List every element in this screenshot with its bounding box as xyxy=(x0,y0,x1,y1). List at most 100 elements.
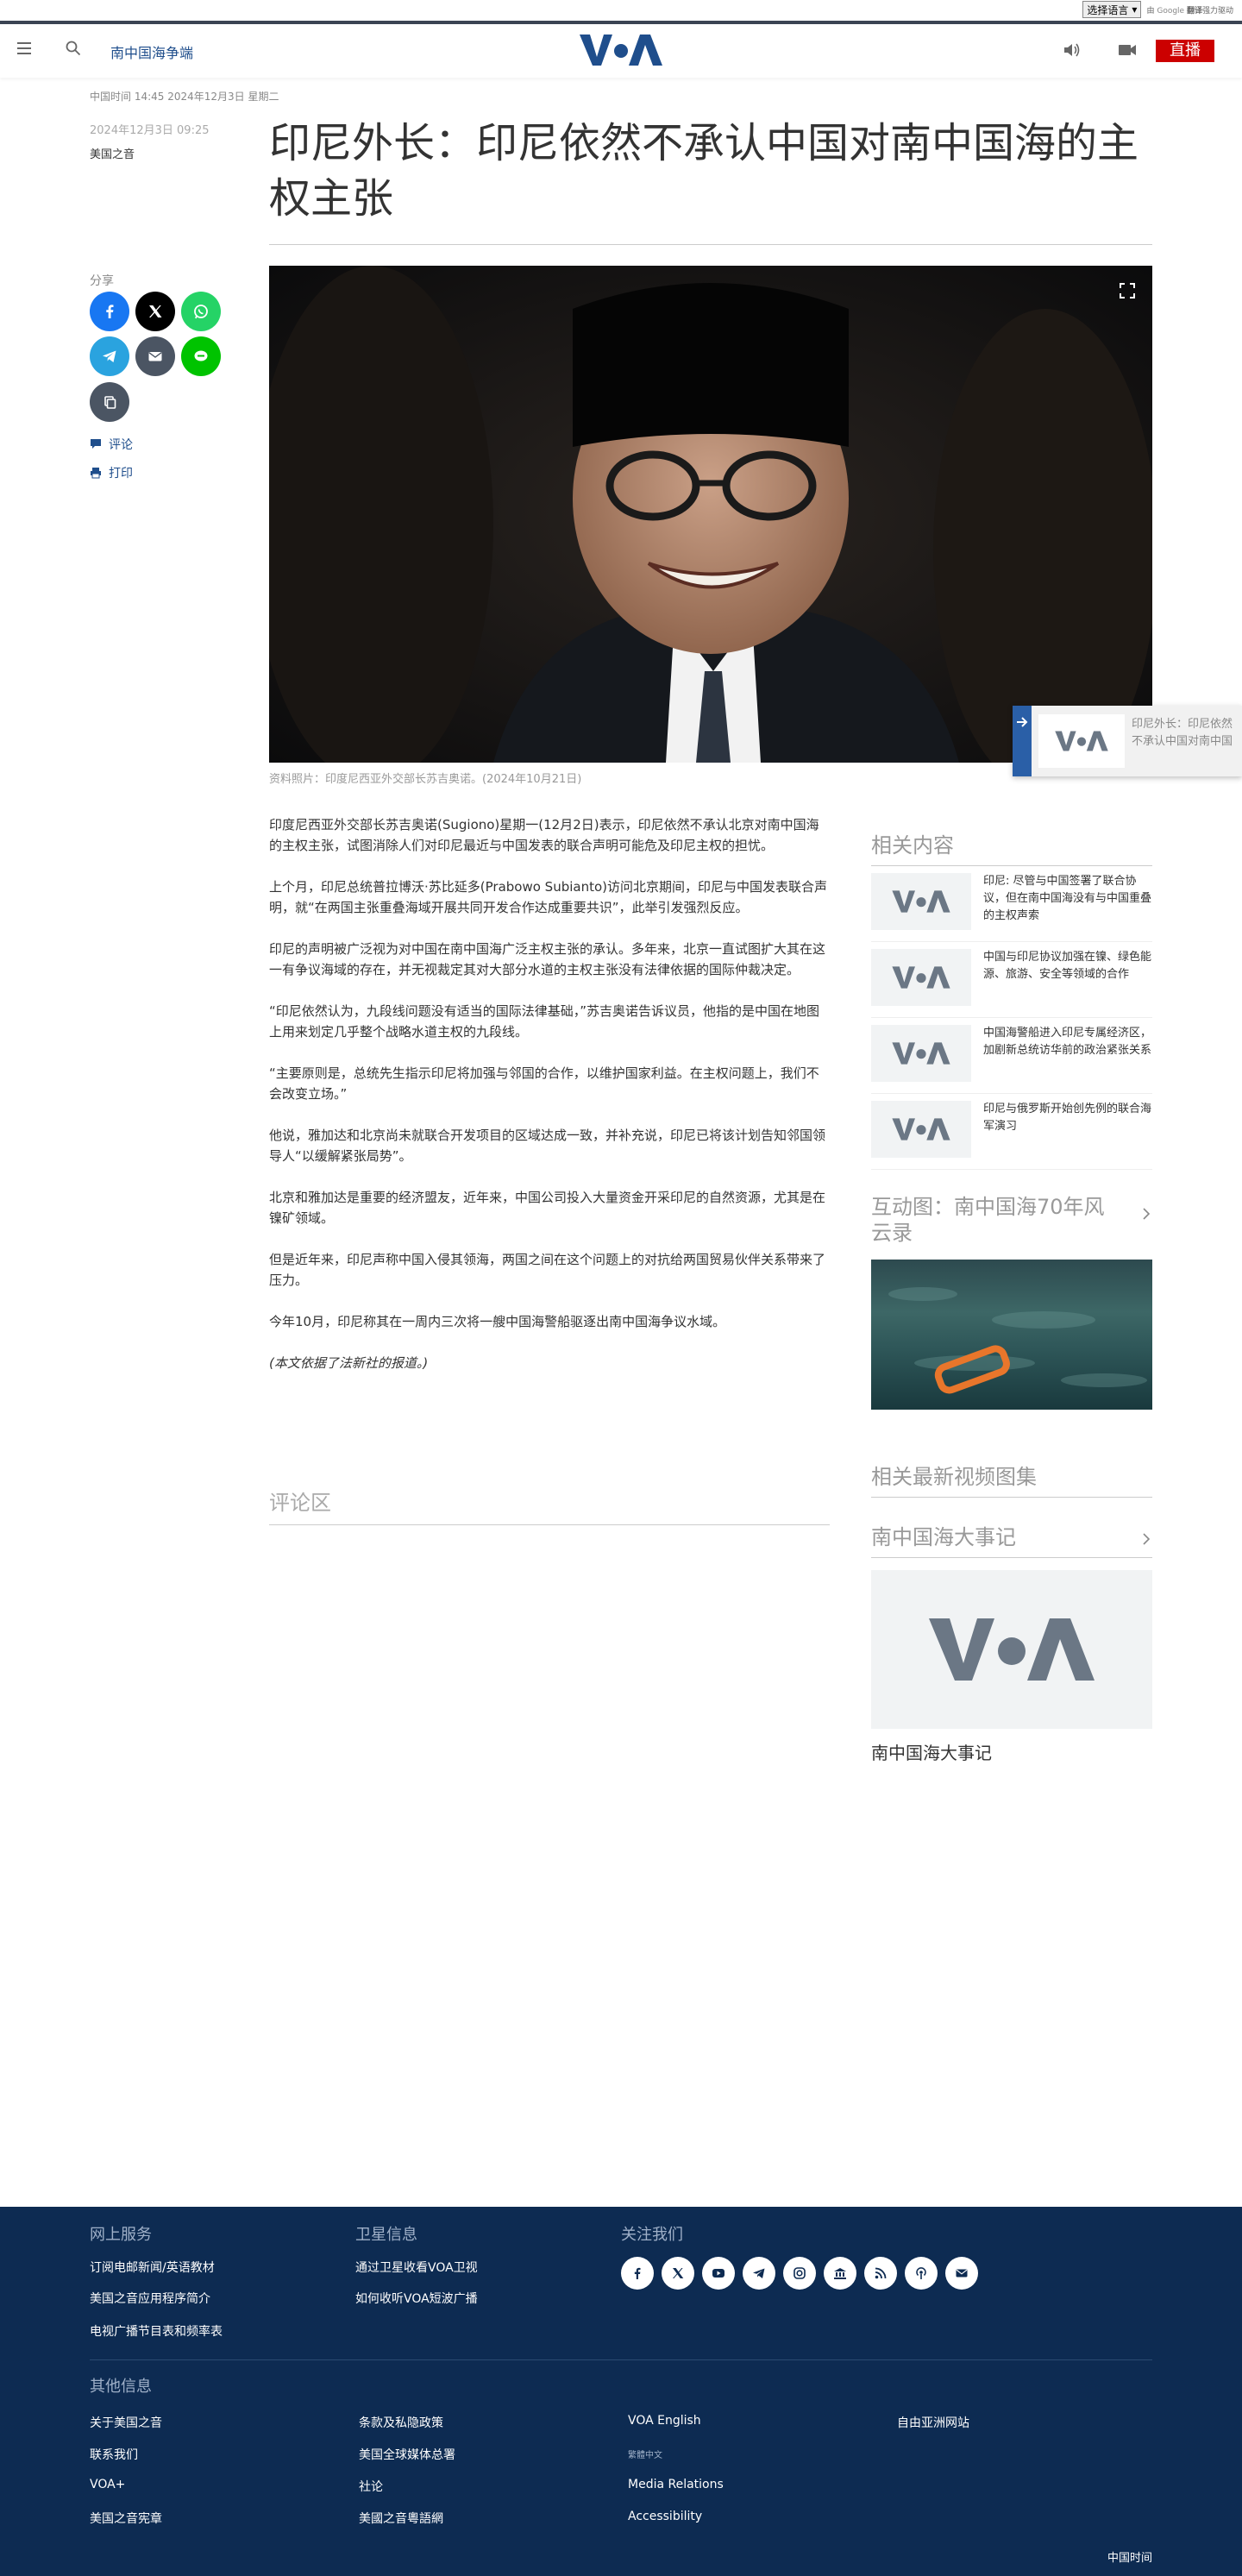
print-link[interactable]: 打印 xyxy=(90,464,133,481)
related-item[interactable]: 中国海警船进入印尼专属经济区，加剧新总统访华前的政治紧张关系 xyxy=(871,1018,1152,1094)
footer-link[interactable]: 联系我们 xyxy=(90,2446,138,2463)
footer-link[interactable]: 繁體中文 xyxy=(628,2447,662,2460)
footer-divider xyxy=(90,2359,1152,2360)
timeline-block[interactable]: 南中国海大事记 南中国海大事记 xyxy=(871,1520,1152,1764)
timeline-heading[interactable]: 南中国海大事记 xyxy=(871,1520,1152,1558)
podcast-icon[interactable] xyxy=(905,2257,938,2290)
facebook-icon[interactable] xyxy=(621,2257,654,2290)
audio-icon[interactable] xyxy=(1063,41,1082,59)
voa-logo-placeholder xyxy=(929,1618,1095,1681)
powered-by-text: 由 Google 翻译强力驱动 xyxy=(1146,6,1233,16)
related-heading: 相关内容 xyxy=(871,828,1152,866)
comment-link[interactable]: 评论 xyxy=(90,436,133,453)
related-title: 印尼与俄罗斯开始创先例的联合海军演习 xyxy=(983,1103,1152,1133)
divider xyxy=(269,244,1152,245)
paragraph: “印尼依然认为，九段线问题没有适当的国际法律基础，”苏吉奥诺告诉议员，他指的是中… xyxy=(269,1003,820,1040)
podcast-building-icon[interactable] xyxy=(824,2257,856,2290)
related-item[interactable]: 印尼与俄罗斯开始创先例的联合海军演习 xyxy=(871,1094,1152,1170)
print-label: 打印 xyxy=(109,467,133,481)
related-title: 中国海警船进入印尼专属经济区，加剧新总统访华前的政治紧张关系 xyxy=(983,1027,1152,1057)
videos-block: 相关最新视频图集 xyxy=(871,1460,1152,1498)
footer-heading: 关注我们 xyxy=(621,2226,683,2244)
youtube-icon[interactable] xyxy=(702,2257,735,2290)
copy-link-button[interactable] xyxy=(90,382,129,422)
footer-link[interactable]: Accessibility xyxy=(628,2510,702,2523)
arrow-right-icon[interactable] xyxy=(1013,713,1032,732)
paragraph: 他说，雅加达和北京尚未就联合开发项目的区域达成一致，并补充说，印尼已将该计划告知… xyxy=(269,1128,826,1164)
footer-link[interactable]: VOA+ xyxy=(90,2478,125,2491)
videos-heading[interactable]: 相关最新视频图集 xyxy=(871,1460,1152,1498)
voa-logo[interactable] xyxy=(578,33,664,67)
menu-icon[interactable] xyxy=(17,42,31,54)
footer-heading: 卫星信息 xyxy=(355,2226,417,2244)
search-icon[interactable] xyxy=(66,41,81,56)
telegram-icon[interactable] xyxy=(743,2257,775,2290)
paragraph: “主要原则是，总统先生指示印尼将加强与邻国的合作，以维护国家利益。在主权问题上，… xyxy=(269,1065,819,1102)
footer-heading: 其他信息 xyxy=(90,2378,152,2396)
timeline-thumbnail[interactable] xyxy=(871,1570,1152,1729)
related-item[interactable]: 中国与印尼协议加强在镍、绿色能源、旅游、安全等领域的合作 xyxy=(871,942,1152,1018)
comments-heading: 评论区 xyxy=(269,1486,830,1525)
share-telegram-button[interactable] xyxy=(90,336,129,376)
paragraph: 印度尼西亚外交部长苏吉奥诺(Sugiono)星期一(12月2日)表示，印尼依然不… xyxy=(269,817,819,853)
page-title: 印尼外长：印尼依然不承认中国对南中国海的主权主张 xyxy=(269,119,1139,223)
facebook-icon xyxy=(106,305,114,318)
related-thumbnail xyxy=(871,1025,971,1082)
interactive-map-block[interactable]: 互动图：南中国海70年风云录 xyxy=(871,1194,1152,1410)
video-icon[interactable] xyxy=(1118,43,1137,57)
paragraph: 今年10月，印尼称其在一周内三次将一艘中国海警船驱逐出南中国海争议水域。 xyxy=(269,1314,726,1329)
language-select[interactable]: 选择语言 ▾ xyxy=(1082,1,1142,18)
footer-link[interactable]: 自由亚洲网站 xyxy=(897,2414,969,2431)
footer-link[interactable]: 关于美国之音 xyxy=(90,2414,162,2431)
email-icon[interactable] xyxy=(945,2257,978,2290)
comments-section: 评论区 xyxy=(269,1486,830,1525)
chevron-right-icon xyxy=(1143,1208,1151,1220)
related-title: 印尼: 尽管与中国签署了联合协议，但在南中国海没有与中国重叠的主权声索 xyxy=(983,875,1152,922)
footer-link[interactable]: 美國之音粵語網 xyxy=(359,2510,443,2527)
share-x-button[interactable] xyxy=(135,292,175,331)
share-label: 分享 xyxy=(90,274,114,288)
related-content: 相关内容 印尼: 尽管与中国签署了联合协议，但在南中国海没有与中国重叠的主权声索… xyxy=(871,828,1152,1170)
instagram-icon[interactable] xyxy=(783,2257,816,2290)
related-thumbnail xyxy=(871,873,971,930)
print-icon xyxy=(91,468,101,479)
footer-link[interactable]: 订阅电邮新闻/英语教材 xyxy=(90,2259,215,2276)
current-datetime: 中国时间 14:45 2024年12月3日 星期二 xyxy=(90,91,279,103)
share-line-button[interactable] xyxy=(181,336,221,376)
footer-time-label: 中国时间 xyxy=(1107,2552,1153,2565)
x-icon xyxy=(149,305,162,317)
related-item[interactable]: 印尼: 尽管与中国签署了联合协议，但在南中国海没有与中国重叠的主权声索 xyxy=(871,866,1152,942)
live-button[interactable]: 直播 xyxy=(1156,40,1214,62)
footer-link[interactable]: 社论 xyxy=(359,2478,383,2495)
paragraph: 但是近年来，印尼声称中国入侵其领海，两国之间在这个问题上的对抗给两国贸易伙伴关系… xyxy=(269,1252,826,1288)
footer-link[interactable]: 美国之音宪章 xyxy=(90,2510,162,2527)
x-icon[interactable] xyxy=(662,2257,694,2290)
mini-thumbnail xyxy=(1038,714,1125,768)
floating-article-card[interactable]: 印尼外长：印尼依然不承认中国对南中国海的主权主张 xyxy=(1013,706,1242,776)
footer-link[interactable]: 通过卫星收看VOA卫视 xyxy=(355,2259,478,2276)
section-link[interactable]: 南中国海争端 xyxy=(110,41,193,62)
line-icon xyxy=(194,350,208,361)
share-email-button[interactable] xyxy=(135,336,175,376)
footer-link[interactable]: Media Relations xyxy=(628,2478,724,2491)
footer-link[interactable]: 美国全球媒体总署 xyxy=(359,2446,455,2463)
article-body: 印度尼西亚外交部长苏吉奥诺(Sugiono)星期一(12月2日)表示，印尼依然不… xyxy=(269,814,830,1394)
share-whatsapp-button[interactable] xyxy=(181,292,221,331)
footer-link[interactable]: 如何收听VOA短波广播 xyxy=(355,2290,478,2307)
fullscreen-icon[interactable] xyxy=(1120,283,1135,298)
related-thumbnail xyxy=(871,1101,971,1158)
rss-icon[interactable] xyxy=(864,2257,897,2290)
footer-link[interactable]: 条款及私隐政策 xyxy=(359,2414,443,2431)
mini-title: 印尼外长：印尼依然不承认中国对南中国海的主权主张 xyxy=(1132,718,1233,748)
author[interactable]: 美国之音 xyxy=(90,145,135,161)
comment-label: 评论 xyxy=(109,438,133,452)
chevron-right-icon xyxy=(1143,1533,1151,1545)
footer-link[interactable]: 电视广播节目表和频率表 xyxy=(90,2322,223,2340)
footer-link[interactable]: 美国之音应用程序简介 xyxy=(90,2290,210,2307)
source-credit: (本文依据了法新社的报道。) xyxy=(269,1355,429,1371)
interactive-heading[interactable]: 互动图：南中国海70年风云录 xyxy=(871,1194,1152,1253)
share-facebook-button[interactable] xyxy=(90,292,129,331)
timeline-caption[interactable]: 南中国海大事记 xyxy=(871,1739,1152,1764)
sea-photo[interactable] xyxy=(871,1260,1152,1410)
footer-link[interactable]: VOA English xyxy=(628,2414,701,2428)
